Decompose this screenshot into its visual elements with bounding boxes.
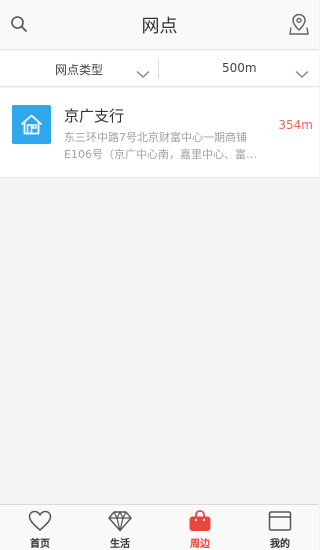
diamond-icon <box>108 511 132 532</box>
page-title: 网点 <box>141 16 178 37</box>
card-icon <box>268 511 292 531</box>
tab-home[interactable]: 首页 <box>0 505 80 550</box>
tab-mine[interactable]: 我的 <box>240 505 320 550</box>
map-pin-icon[interactable] <box>289 13 309 39</box>
distance-filter-label: 500m <box>222 61 257 75</box>
tab-nearby-label: 周边 <box>190 539 210 550</box>
tab-life-label: 生活 <box>110 539 130 550</box>
tab-life[interactable]: 生活 <box>80 505 160 550</box>
branch-list: 京广支行 东三环中路7号北京财富中心一期商铺E106号（京广中心南，嘉里中心、富… <box>0 88 319 178</box>
branch-distance: 354m <box>278 118 313 132</box>
tab-home-label: 首页 <box>30 539 50 550</box>
filter-divider <box>158 59 159 79</box>
branch-list-item[interactable]: 京广支行 东三环中路7号北京财富中心一期商铺E106号（京广中心南，嘉里中心、富… <box>0 88 319 178</box>
branch-address: 东三环中路7号北京财富中心一期商铺E106号（京广中心南，嘉里中心、富… <box>64 131 257 161</box>
bag-icon <box>189 510 211 531</box>
distance-filter[interactable]: 500m <box>160 51 319 87</box>
chevron-down-icon <box>295 64 309 83</box>
branch-type-filter[interactable]: 网点类型 <box>0 51 158 87</box>
chevron-down-icon <box>136 64 150 83</box>
tab-nearby[interactable]: 周边 <box>160 505 240 550</box>
tab-mine-label: 我的 <box>270 539 290 550</box>
bottom-tab-bar: 首页 生活 周边 我的 <box>0 504 319 550</box>
bank-branch-icon <box>12 105 51 144</box>
top-bar: 网点 <box>0 0 319 50</box>
filter-bar: 网点类型 500m <box>0 51 319 87</box>
heart-icon <box>28 510 52 531</box>
branch-name: 京广支行 <box>64 107 125 125</box>
branch-type-label: 网点类型 <box>55 63 104 77</box>
